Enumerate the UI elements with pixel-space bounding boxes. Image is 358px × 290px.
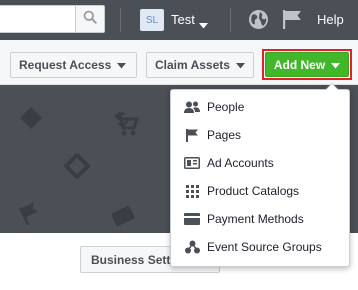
menu-item-label: People (207, 100, 245, 114)
menu-item-payment-methods[interactable]: Payment Methods (171, 205, 349, 233)
account-avatar[interactable]: SL (140, 9, 164, 31)
grid-icon (171, 184, 207, 198)
search-icon (83, 10, 97, 29)
request-access-label: Request Access (19, 58, 112, 72)
add-new-button[interactable]: Add New (265, 52, 349, 77)
chevron-down-icon (235, 58, 245, 72)
flag-icon[interactable] (282, 9, 302, 35)
claim-assets-button[interactable]: Claim Assets (146, 52, 254, 78)
claim-assets-label: Claim Assets (155, 58, 230, 72)
account-name[interactable]: Test (171, 12, 195, 27)
menu-item-pages[interactable]: Pages (171, 121, 349, 149)
divider (230, 8, 231, 32)
svg-text:$: $ (113, 108, 131, 129)
chevron-down-icon (331, 58, 341, 72)
menu-item-event-source-groups[interactable]: Event Source Groups (171, 233, 349, 261)
add-new-highlight: Add New (262, 49, 352, 80)
dollar-icon: $ (113, 108, 131, 129)
card-icon (111, 206, 135, 226)
menu-item-label: Payment Methods (207, 212, 304, 226)
divider (120, 8, 121, 32)
request-access-button[interactable]: Request Access (10, 52, 137, 78)
chevron-down-icon[interactable] (199, 16, 208, 34)
diamond-icon (64, 153, 90, 179)
flag-icon (171, 128, 207, 142)
help-link[interactable]: Help (317, 12, 344, 27)
chevron-down-icon (117, 58, 127, 72)
tag-icon (20, 107, 42, 129)
search-button[interactable] (75, 5, 105, 33)
menu-item-label: Product Catalogs (207, 184, 300, 198)
menu-item-label: Pages (207, 128, 242, 142)
ad-account-icon (171, 157, 207, 169)
credit-card-icon (171, 213, 207, 225)
menu-item-label: Ad Accounts (207, 156, 274, 170)
menu-item-ad-accounts[interactable]: Ad Accounts (171, 149, 349, 177)
add-new-label: Add New (273, 57, 326, 72)
menu-item-label: Event Source Groups (207, 240, 322, 254)
menu-item-product-catalogs[interactable]: Product Catalogs (171, 177, 349, 205)
menu-item-people[interactable]: People (171, 93, 349, 121)
people-icon (171, 101, 207, 114)
globe-icon[interactable] (248, 9, 269, 35)
search-input[interactable] (0, 5, 75, 33)
flag-icon (18, 202, 39, 225)
dropdown-pointer (326, 84, 338, 90)
add-new-menu: People Pages Ad Accounts Product Catalog… (170, 89, 350, 267)
event-source-icon (171, 240, 207, 254)
